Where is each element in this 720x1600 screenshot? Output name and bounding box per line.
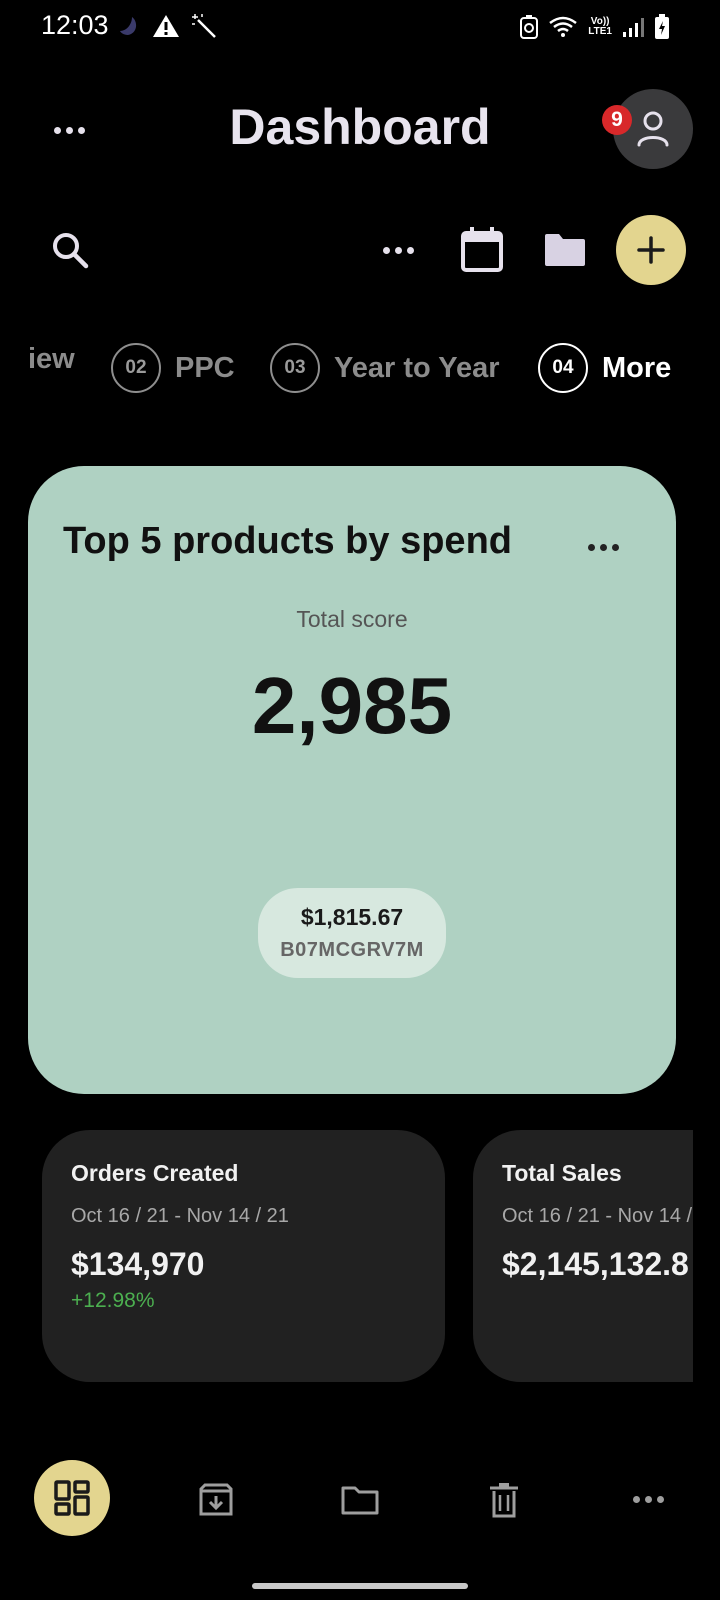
tab-label: iew xyxy=(28,343,75,375)
card-title: Top 5 products by spend xyxy=(63,520,512,562)
product-id: B07MCGRV7M xyxy=(280,939,424,961)
folder-button[interactable] xyxy=(539,226,591,274)
battery-icon xyxy=(655,14,669,39)
more-horizontal-icon xyxy=(587,543,619,551)
tab-number: 02 xyxy=(111,343,161,393)
tab-number: 03 xyxy=(270,343,320,393)
trash-icon xyxy=(490,1483,518,1518)
notification-badge: 9 xyxy=(602,105,632,135)
card-more-button[interactable] xyxy=(585,537,621,557)
person-icon xyxy=(637,111,669,147)
add-button[interactable] xyxy=(616,215,686,285)
wifi-icon xyxy=(549,16,578,37)
stat-card-sales[interactable]: Total Sales Oct 16 / 21 - Nov 14 / 21 $2… xyxy=(473,1130,693,1382)
dashboard-icon xyxy=(54,1480,90,1516)
recycle-battery-icon xyxy=(520,15,539,39)
folder-icon xyxy=(341,1486,379,1515)
search-button[interactable] xyxy=(46,226,94,274)
tab-more[interactable]: 04 More xyxy=(538,343,671,393)
tab-number: 04 xyxy=(538,343,588,393)
stat-dates: Oct 16 / 21 - Nov 14 / 21 xyxy=(71,1205,289,1227)
status-left-icons xyxy=(116,12,218,40)
more-horizontal-icon xyxy=(382,246,414,254)
tab-label: PPC xyxy=(175,351,235,384)
archive-icon xyxy=(199,1483,233,1516)
stat-change: +12.98% xyxy=(71,1289,155,1312)
magic-wand-icon xyxy=(192,14,216,38)
volte-indicator: Vo)) LTE1 xyxy=(588,16,612,37)
nav-folder[interactable] xyxy=(336,1478,384,1522)
score-value: 2,985 xyxy=(251,661,453,750)
nav-trash[interactable] xyxy=(480,1478,528,1522)
home-indicator[interactable] xyxy=(252,1583,468,1589)
toolbar-more-button[interactable] xyxy=(378,232,418,268)
status-right-icons: Vo)) LTE1 xyxy=(520,14,670,40)
folder-icon xyxy=(545,234,585,266)
signal-icon xyxy=(623,18,644,37)
tab-label: Year to Year xyxy=(334,351,500,384)
tab-label: More xyxy=(602,351,672,384)
stat-dates: Oct 16 / 21 - Nov 14 / 21 xyxy=(502,1205,693,1227)
tab-year-to-year[interactable]: 03 Year to Year xyxy=(270,343,500,393)
warning-icon xyxy=(153,15,179,37)
calendar-icon xyxy=(461,227,503,272)
stat-card-orders[interactable]: Orders Created Oct 16 / 21 - Nov 14 / 21… xyxy=(42,1130,445,1382)
nav-more[interactable] xyxy=(628,1484,668,1514)
stat-value: $2,145,132.8 xyxy=(502,1246,689,1282)
stat-title: Orders Created xyxy=(71,1160,239,1186)
plus-icon xyxy=(637,236,665,264)
status-time: 12:03 xyxy=(41,10,109,40)
product-pill[interactable]: $1,815.67 B07MCGRV7M xyxy=(258,888,446,978)
calendar-button[interactable] xyxy=(456,224,508,276)
more-horizontal-icon xyxy=(632,1495,664,1503)
product-amount: $1,815.67 xyxy=(300,904,404,930)
stat-title: Total Sales xyxy=(502,1160,622,1186)
moon-icon xyxy=(120,17,137,35)
stat-value: $134,970 xyxy=(71,1246,205,1282)
score-label: Total score xyxy=(296,606,408,632)
nav-archive[interactable] xyxy=(192,1478,240,1522)
tab-overview[interactable]: iew xyxy=(28,343,75,376)
search-icon xyxy=(53,233,89,269)
nav-dashboard[interactable] xyxy=(34,1460,110,1536)
tab-ppc[interactable]: 02 PPC xyxy=(111,343,235,393)
